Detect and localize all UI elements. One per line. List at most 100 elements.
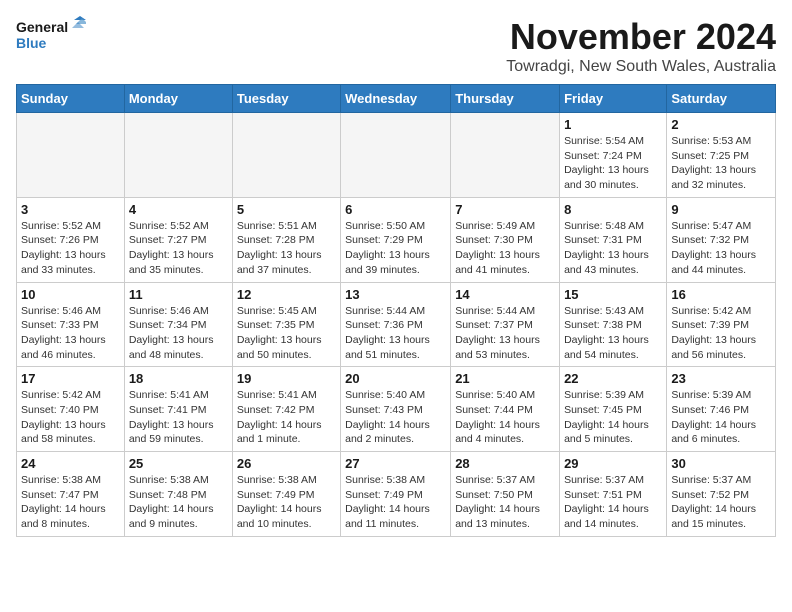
- day-number: 28: [455, 456, 555, 471]
- calendar-cell: 13 Sunrise: 5:44 AM Sunset: 7:36 PM Dayli…: [341, 282, 451, 367]
- day-number: 16: [671, 287, 771, 302]
- day-info: Sunrise: 5:38 AM Sunset: 7:49 PM Dayligh…: [345, 473, 446, 532]
- weekday-header-wednesday: Wednesday: [341, 85, 451, 113]
- day-number: 18: [129, 371, 228, 386]
- svg-text:General: General: [16, 19, 68, 35]
- day-number: 22: [564, 371, 662, 386]
- day-info: Sunrise: 5:44 AM Sunset: 7:37 PM Dayligh…: [455, 304, 555, 363]
- weekday-header-row: SundayMondayTuesdayWednesdayThursdayFrid…: [17, 85, 776, 113]
- day-info: Sunrise: 5:38 AM Sunset: 7:48 PM Dayligh…: [129, 473, 228, 532]
- calendar-cell: 14 Sunrise: 5:44 AM Sunset: 7:37 PM Dayli…: [451, 282, 560, 367]
- calendar-cell: 2 Sunrise: 5:53 AM Sunset: 7:25 PM Daylig…: [667, 113, 776, 198]
- day-info: Sunrise: 5:40 AM Sunset: 7:44 PM Dayligh…: [455, 388, 555, 447]
- calendar-cell: 21Sunrise: 5:40 AM Sunset: 7:44 PM Dayli…: [451, 367, 560, 452]
- calendar-cell: 19 Sunrise: 5:41 AM Sunset: 7:42 PM Dayli…: [232, 367, 340, 452]
- day-info: Sunrise: 5:43 AM Sunset: 7:38 PM Dayligh…: [564, 304, 662, 363]
- day-info: Sunrise: 5:45 AM Sunset: 7:35 PM Dayligh…: [237, 304, 336, 363]
- day-number: 8: [564, 202, 662, 217]
- day-number: 27: [345, 456, 446, 471]
- day-number: 30: [671, 456, 771, 471]
- day-number: 19: [237, 371, 336, 386]
- day-info: Sunrise: 5:37 AM Sunset: 7:50 PM Dayligh…: [455, 473, 555, 532]
- day-number: 17: [21, 371, 120, 386]
- day-number: 15: [564, 287, 662, 302]
- month-title: November 2024: [506, 16, 776, 58]
- calendar-cell: 24 Sunrise: 5:38 AM Sunset: 7:47 PM Dayli…: [17, 452, 125, 537]
- day-number: 26: [237, 456, 336, 471]
- day-info: Sunrise: 5:41 AM Sunset: 7:41 PM Dayligh…: [129, 388, 228, 447]
- calendar-cell: [17, 113, 125, 198]
- weekday-header-saturday: Saturday: [667, 85, 776, 113]
- calendar-cell: [341, 113, 451, 198]
- day-info: Sunrise: 5:51 AM Sunset: 7:28 PM Dayligh…: [237, 219, 336, 278]
- day-number: 12: [237, 287, 336, 302]
- calendar-cell: 26Sunrise: 5:38 AM Sunset: 7:49 PM Dayli…: [232, 452, 340, 537]
- day-info: Sunrise: 5:52 AM Sunset: 7:26 PM Dayligh…: [21, 219, 120, 278]
- calendar-cell: 23 Sunrise: 5:39 AM Sunset: 7:46 PM Dayli…: [667, 367, 776, 452]
- calendar-cell: 22Sunrise: 5:39 AM Sunset: 7:45 PM Dayli…: [560, 367, 667, 452]
- day-info: Sunrise: 5:41 AM Sunset: 7:42 PM Dayligh…: [237, 388, 336, 447]
- day-number: 3: [21, 202, 120, 217]
- calendar-cell: 12 Sunrise: 5:45 AM Sunset: 7:35 PM Dayli…: [232, 282, 340, 367]
- day-number: 29: [564, 456, 662, 471]
- day-info: Sunrise: 5:44 AM Sunset: 7:36 PM Dayligh…: [345, 304, 446, 363]
- week-row-3: 10 Sunrise: 5:46 AM Sunset: 7:33 PM Dayli…: [17, 282, 776, 367]
- day-number: 13: [345, 287, 446, 302]
- day-info: Sunrise: 5:37 AM Sunset: 7:52 PM Dayligh…: [671, 473, 771, 532]
- calendar-cell: 17 Sunrise: 5:42 AM Sunset: 7:40 PM Dayli…: [17, 367, 125, 452]
- day-info: Sunrise: 5:42 AM Sunset: 7:40 PM Dayligh…: [21, 388, 120, 447]
- calendar-cell: 1Sunrise: 5:54 AM Sunset: 7:24 PM Daylig…: [560, 113, 667, 198]
- day-number: 2: [671, 117, 771, 132]
- day-info: Sunrise: 5:48 AM Sunset: 7:31 PM Dayligh…: [564, 219, 662, 278]
- day-info: Sunrise: 5:46 AM Sunset: 7:33 PM Dayligh…: [21, 304, 120, 363]
- logo: General Blue: [16, 16, 86, 60]
- day-info: Sunrise: 5:53 AM Sunset: 7:25 PM Dayligh…: [671, 134, 771, 193]
- calendar-cell: 7 Sunrise: 5:49 AM Sunset: 7:30 PM Daylig…: [451, 197, 560, 282]
- week-row-2: 3 Sunrise: 5:52 AM Sunset: 7:26 PM Daylig…: [17, 197, 776, 282]
- calendar-cell: 16 Sunrise: 5:42 AM Sunset: 7:39 PM Dayli…: [667, 282, 776, 367]
- calendar-cell: 6Sunrise: 5:50 AM Sunset: 7:29 PM Daylig…: [341, 197, 451, 282]
- day-info: Sunrise: 5:38 AM Sunset: 7:47 PM Dayligh…: [21, 473, 120, 532]
- calendar-cell: 30 Sunrise: 5:37 AM Sunset: 7:52 PM Dayli…: [667, 452, 776, 537]
- calendar-cell: 5 Sunrise: 5:51 AM Sunset: 7:28 PM Daylig…: [232, 197, 340, 282]
- day-number: 9: [671, 202, 771, 217]
- calendar-cell: [232, 113, 340, 198]
- calendar-cell: 27 Sunrise: 5:38 AM Sunset: 7:49 PM Dayli…: [341, 452, 451, 537]
- weekday-header-friday: Friday: [560, 85, 667, 113]
- day-info: Sunrise: 5:47 AM Sunset: 7:32 PM Dayligh…: [671, 219, 771, 278]
- day-number: 14: [455, 287, 555, 302]
- day-info: Sunrise: 5:50 AM Sunset: 7:29 PM Dayligh…: [345, 219, 446, 278]
- week-row-5: 24 Sunrise: 5:38 AM Sunset: 7:47 PM Dayli…: [17, 452, 776, 537]
- day-number: 4: [129, 202, 228, 217]
- calendar-cell: 4 Sunrise: 5:52 AM Sunset: 7:27 PM Daylig…: [124, 197, 232, 282]
- calendar-cell: 18 Sunrise: 5:41 AM Sunset: 7:41 PM Dayli…: [124, 367, 232, 452]
- calendar-cell: 20 Sunrise: 5:40 AM Sunset: 7:43 PM Dayli…: [341, 367, 451, 452]
- calendar-cell: 10 Sunrise: 5:46 AM Sunset: 7:33 PM Dayli…: [17, 282, 125, 367]
- calendar-cell: 29 Sunrise: 5:37 AM Sunset: 7:51 PM Dayli…: [560, 452, 667, 537]
- calendar-cell: 15 Sunrise: 5:43 AM Sunset: 7:38 PM Dayli…: [560, 282, 667, 367]
- location-subtitle: Towradgi, New South Wales, Australia: [506, 58, 776, 76]
- day-number: 25: [129, 456, 228, 471]
- calendar-cell: 8 Sunrise: 5:48 AM Sunset: 7:31 PM Daylig…: [560, 197, 667, 282]
- day-info: Sunrise: 5:49 AM Sunset: 7:30 PM Dayligh…: [455, 219, 555, 278]
- weekday-header-tuesday: Tuesday: [232, 85, 340, 113]
- day-number: 1: [564, 117, 662, 132]
- day-number: 24: [21, 456, 120, 471]
- day-number: 20: [345, 371, 446, 386]
- day-info: Sunrise: 5:39 AM Sunset: 7:46 PM Dayligh…: [671, 388, 771, 447]
- day-info: Sunrise: 5:42 AM Sunset: 7:39 PM Dayligh…: [671, 304, 771, 363]
- weekday-header-sunday: Sunday: [17, 85, 125, 113]
- logo-svg: General Blue: [16, 16, 86, 60]
- day-info: Sunrise: 5:37 AM Sunset: 7:51 PM Dayligh…: [564, 473, 662, 532]
- calendar-cell: [124, 113, 232, 198]
- day-info: Sunrise: 5:52 AM Sunset: 7:27 PM Dayligh…: [129, 219, 228, 278]
- day-number: 10: [21, 287, 120, 302]
- day-number: 5: [237, 202, 336, 217]
- svg-text:Blue: Blue: [16, 35, 47, 51]
- day-number: 7: [455, 202, 555, 217]
- day-info: Sunrise: 5:40 AM Sunset: 7:43 PM Dayligh…: [345, 388, 446, 447]
- calendar-cell: 9 Sunrise: 5:47 AM Sunset: 7:32 PM Daylig…: [667, 197, 776, 282]
- weekday-header-thursday: Thursday: [451, 85, 560, 113]
- calendar-table: SundayMondayTuesdayWednesdayThursdayFrid…: [16, 84, 776, 537]
- day-number: 23: [671, 371, 771, 386]
